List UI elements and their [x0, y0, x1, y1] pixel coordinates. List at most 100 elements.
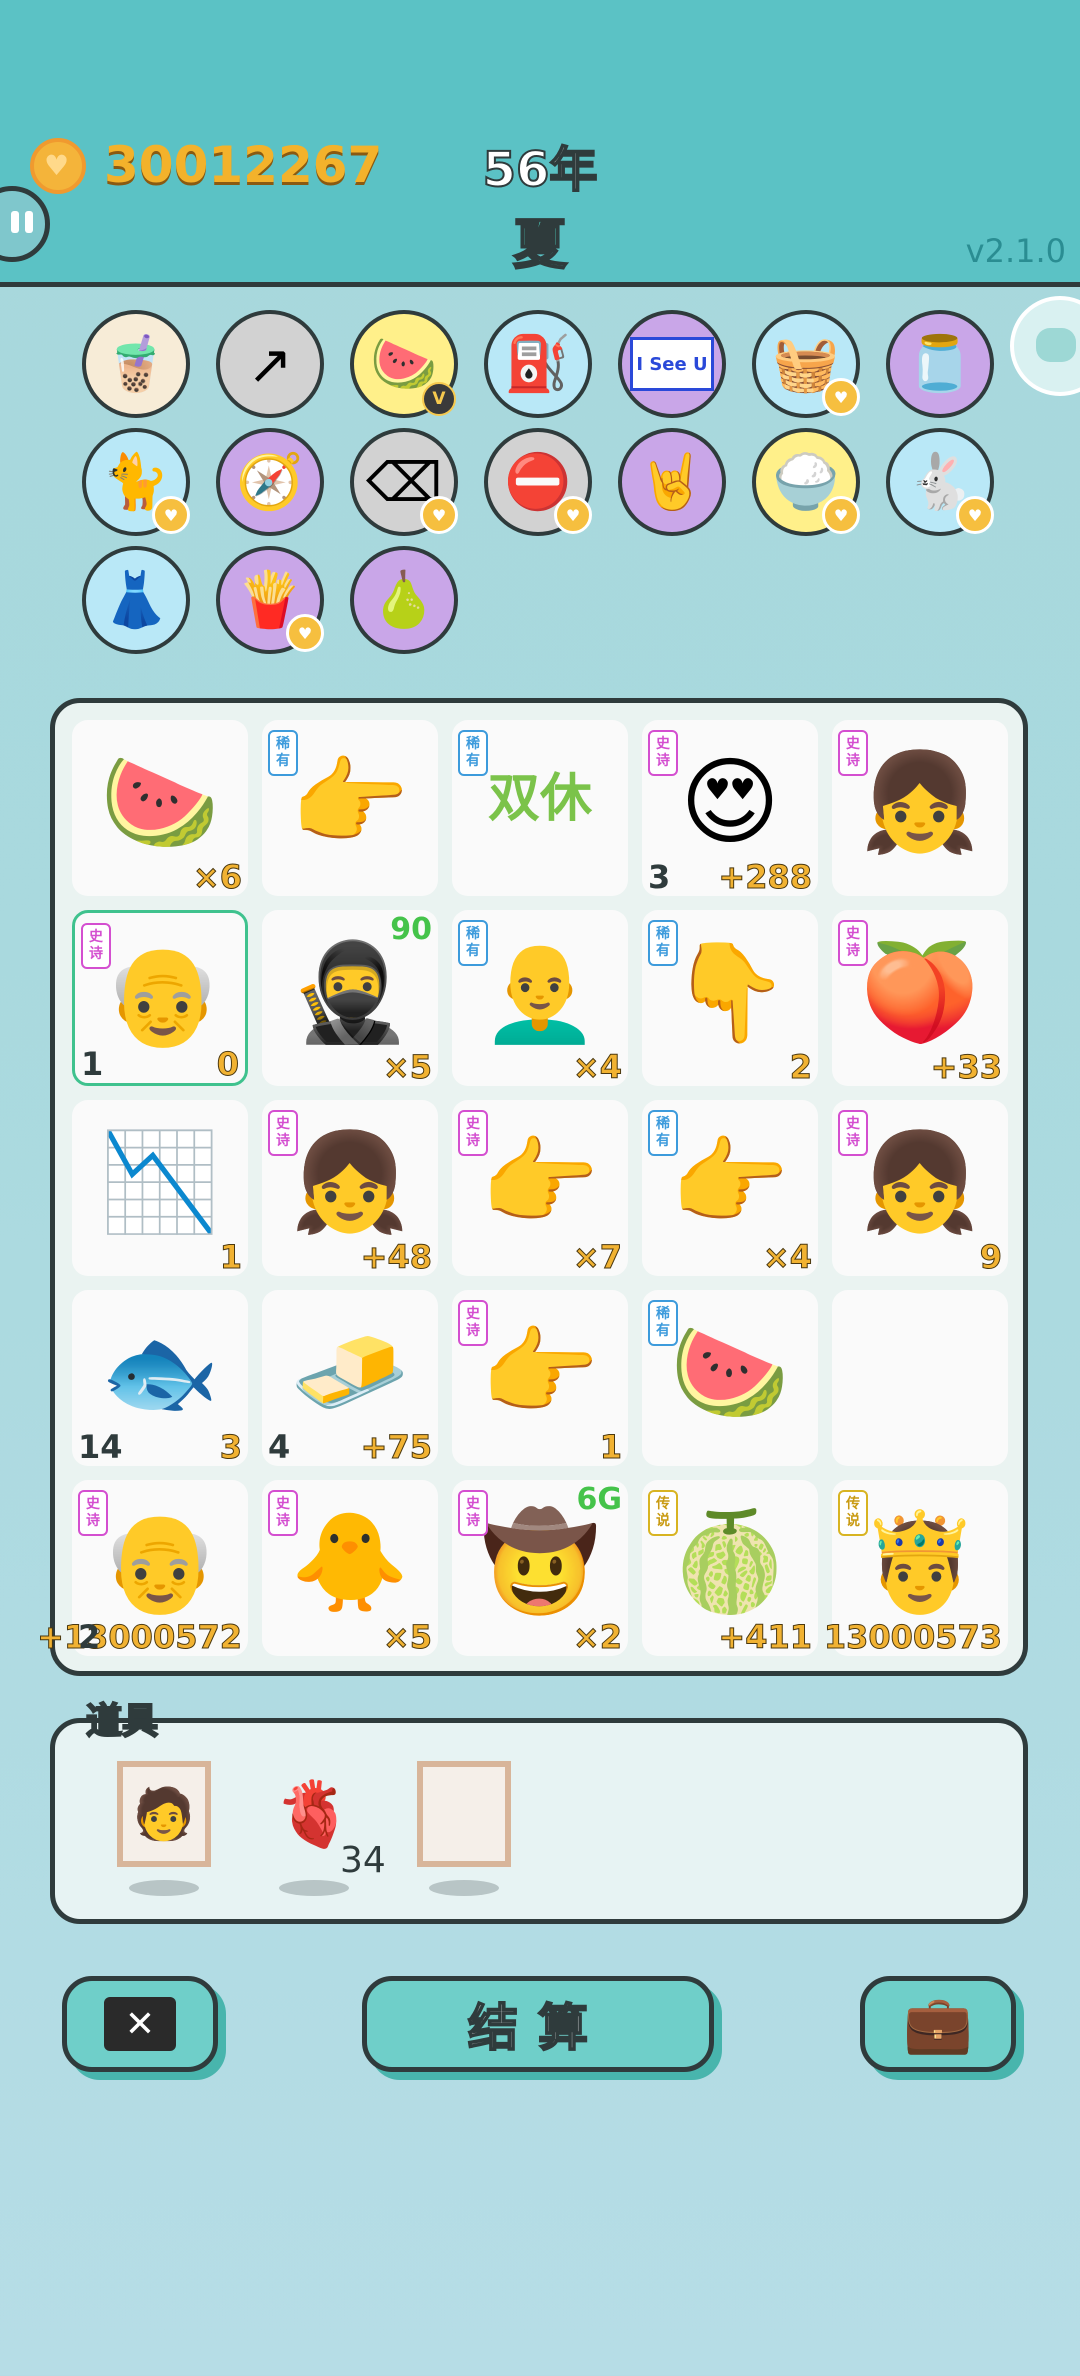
rice-bowl-icon[interactable]: 🍚 ♥	[752, 428, 860, 536]
pomelo-icon[interactable]: 🍐	[350, 546, 458, 654]
rarity-tag: 史诗	[81, 923, 111, 969]
bottom-left-value: 2	[78, 1618, 101, 1656]
board-cell-pointing-hand-gray[interactable]: 👉 史诗 1	[452, 1290, 628, 1467]
v-badge-icon: V	[422, 382, 456, 416]
rarity-tag: 史诗	[838, 730, 868, 776]
board-cell-braided-girl[interactable]: 👧 史诗 +48	[262, 1100, 438, 1277]
board-cell-braided-girl[interactable]: 👧 史诗	[832, 720, 1008, 896]
air-pump-icon[interactable]: ⛽	[484, 310, 592, 418]
rarity-tag: 史诗	[268, 1110, 298, 1156]
skirt-icon[interactable]: 👗	[82, 546, 190, 654]
bottom-right-value: 13000573	[823, 1618, 1002, 1657]
rarity-tag: 史诗	[648, 730, 678, 776]
bottom-left-value: 4	[268, 1428, 291, 1466]
bottom-right-value: ×6	[192, 858, 242, 897]
trend-arrow-icon[interactable]: ↗	[216, 310, 324, 418]
top-right-value: 90	[390, 912, 432, 947]
french-fries-icon[interactable]: 🍟 ♥	[216, 546, 324, 654]
close-key-icon: ✕	[104, 1997, 176, 2051]
bottom-right-value: +411	[718, 1618, 813, 1657]
heart-badge-icon: ♥	[420, 496, 458, 534]
bottom-right-value: +48	[360, 1238, 432, 1277]
board-cell-old-man-glasses[interactable]: 👴 史诗 0 1	[72, 910, 248, 1086]
board-cell-thief[interactable]: 🥷 ×5 90	[262, 910, 438, 1087]
bottom-right-value: +13000572	[37, 1618, 243, 1657]
rarity-tag: 稀有	[268, 730, 298, 776]
board-cell-fish[interactable]: 🐟 3 14	[72, 1290, 248, 1467]
bottom-right-value: 0	[216, 1045, 239, 1084]
board-cell-old-man-heart-eyes[interactable]: 😍 史诗 +288 3	[642, 720, 818, 897]
rarity-tag: 史诗	[458, 1110, 488, 1156]
rarity-tag: 史诗	[458, 1490, 488, 1536]
top-bar: ♥ 30012267 56年 夏 v2.1.0	[0, 0, 1080, 287]
board-cell-empty[interactable]	[832, 1290, 1008, 1466]
board-cell-pointing-hand-brown[interactable]: 👉 稀有	[262, 720, 438, 896]
prop-shadow	[429, 1880, 499, 1896]
board-cell-bald-man[interactable]: 👨‍🦲 稀有 ×4	[452, 910, 628, 1087]
fruit-platter-icon[interactable]: 🍉 V	[350, 310, 458, 418]
gold-bars-icon: 🧈	[290, 1316, 410, 1428]
version-label: v2.1.0	[965, 232, 1066, 270]
bottom-right-value: +75	[360, 1428, 432, 1467]
rarity-tag: 传说	[838, 1490, 868, 1536]
board-cell-pointing-hand-gray[interactable]: 👉 史诗 ×7	[452, 1100, 628, 1277]
pause-button[interactable]	[0, 186, 50, 262]
bottom-right-value: +33	[930, 1048, 1002, 1087]
heart-badge-icon: ♥	[956, 496, 994, 534]
board-cell-old-man-glasses[interactable]: 👴 史诗 +13000572 2	[37, 1480, 248, 1657]
fish-icon: 🐟	[100, 1316, 220, 1428]
year-label: 56年	[482, 141, 599, 199]
rarity-tag: 稀有	[648, 1300, 678, 1346]
bottom-right-value: ×4	[572, 1048, 622, 1087]
bottom-right-value: 1	[219, 1238, 242, 1277]
rabbit-icon[interactable]: 🐇 ♥	[886, 428, 994, 536]
board-cell-watermelon-slice[interactable]: 🍉 ×6	[72, 720, 248, 897]
board-cell-king-old-man[interactable]: 🤴 传说 13000573	[823, 1480, 1008, 1657]
thief-icon: 🥷	[290, 936, 410, 1048]
board-cell-watermelon-slice[interactable]: 🍉 稀有	[642, 1290, 818, 1466]
bottom-right-value: ×5	[382, 1618, 432, 1657]
board-cell-peach[interactable]: 🍑 史诗 +33	[832, 910, 1008, 1087]
cat-icon[interactable]: 🐈 ♥	[82, 428, 190, 536]
prop-portrait-frame[interactable]: 🧑	[116, 1760, 212, 1868]
board-cell-gold-bars[interactable]: 🧈 +75 4	[262, 1290, 438, 1467]
delete-key-icon[interactable]: ⌫ ♥	[350, 428, 458, 536]
bottom-left-value: 3	[648, 858, 671, 896]
bottom-right-value: ×7	[572, 1238, 622, 1277]
fruit-basket-icon[interactable]: 🧺 ♥	[752, 310, 860, 418]
compass-icon[interactable]: 🧭	[216, 428, 324, 536]
chat-icon	[1036, 328, 1076, 362]
coin-count: 30012267	[104, 136, 383, 194]
board-cell-falling-chart[interactable]: 📉 1	[72, 1100, 248, 1277]
bottom-right-value: 9	[979, 1238, 1002, 1277]
falling-chart-icon: 📉	[100, 1126, 220, 1238]
heart-badge-icon: ♥	[822, 378, 860, 416]
settle-button[interactable]: 结算	[362, 1976, 714, 2072]
board-cell-chick-with-hair[interactable]: 🐥 史诗 ×5	[262, 1480, 438, 1657]
board-cell-pointing-hand-brown[interactable]: 👉 稀有 ×4	[642, 1100, 818, 1277]
rarity-tag: 稀有	[458, 730, 488, 776]
jar-icon[interactable]: 🫙	[886, 310, 994, 418]
board-cell-double-rest-text[interactable]: 双休 稀有	[452, 720, 628, 896]
chat-button[interactable]	[1010, 296, 1080, 396]
board-cell-braided-girl[interactable]: 👧 史诗 9	[832, 1100, 1008, 1277]
rarity-tag: 史诗	[838, 920, 868, 966]
rock-hand-icon[interactable]: 🤘	[618, 428, 726, 536]
rarity-tag: 史诗	[268, 1490, 298, 1536]
board-cell-pointing-down-hand[interactable]: 👇 稀有 2	[642, 910, 818, 1087]
rarity-tag: 史诗	[458, 1300, 488, 1346]
heart-badge-icon: ♥	[822, 496, 860, 534]
briefcase-icon: 💼	[903, 1992, 973, 2057]
portrait-frame-icon: 🧑	[117, 1761, 211, 1867]
board-cell-watermelon[interactable]: 🍈 传说 +411	[642, 1480, 818, 1657]
empty-frame-icon	[417, 1761, 511, 1867]
bag-button[interactable]: 💼	[860, 1976, 1016, 2072]
prop-empty-frame[interactable]	[416, 1760, 512, 1868]
cancel-button[interactable]: ✕	[62, 1976, 218, 2072]
bottom-left-value: 14	[78, 1428, 123, 1466]
no-entry-icon[interactable]: ⛔ ♥	[484, 428, 592, 536]
i-see-u-sign-icon[interactable]: I See U	[618, 310, 726, 418]
coin-icon: ♥	[30, 138, 86, 194]
board-cell-farmer-heart-eyes[interactable]: 🤠 史诗 ×2 6G	[452, 1480, 628, 1657]
milk-tea-cup-icon[interactable]: 🧋	[82, 310, 190, 418]
